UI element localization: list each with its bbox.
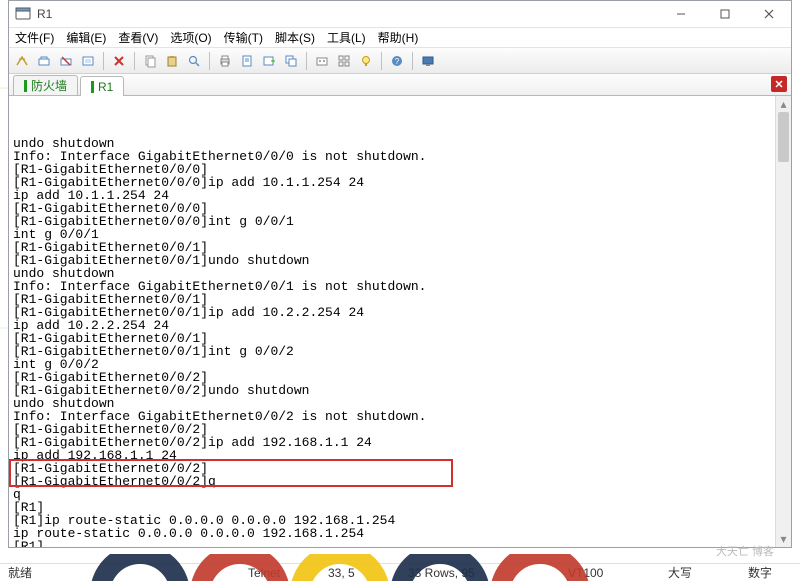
- app-icon: [15, 6, 31, 22]
- left-edge-decor: [0, 27, 8, 547]
- screen-icon[interactable]: [419, 52, 437, 70]
- session-options-icon[interactable]: [79, 52, 97, 70]
- tab-firewall[interactable]: 防火墙: [13, 75, 78, 95]
- new-session-icon[interactable]: [260, 52, 278, 70]
- tab-row: 防火墙 R1: [9, 74, 791, 96]
- scroll-track[interactable]: [776, 112, 791, 531]
- window-title: R1: [37, 7, 52, 21]
- toolbar-sep: [103, 52, 104, 70]
- scroll-up-icon[interactable]: ▴: [776, 96, 791, 112]
- scroll-thumb[interactable]: [778, 112, 789, 162]
- status-num: 数字: [748, 564, 800, 581]
- close-button[interactable]: [747, 1, 791, 28]
- toolbar-sep: [306, 52, 307, 70]
- minimize-button[interactable]: [659, 1, 703, 28]
- activity-indicator-icon: [24, 80, 27, 92]
- terminal-output[interactable]: undo shutdownInfo: Interface GigabitEthe…: [9, 96, 775, 547]
- terminal-line: [R1-GigabitEthernet0/0/0]int g 0/0/1: [13, 215, 771, 228]
- tab-label: 防火墙: [31, 77, 67, 94]
- help-icon[interactable]: ?: [388, 52, 406, 70]
- menu-file[interactable]: 文件(F): [15, 29, 54, 46]
- menu-script[interactable]: 脚本(S): [275, 29, 315, 46]
- background-art: [80, 554, 680, 581]
- menu-options[interactable]: 选项(O): [170, 29, 211, 46]
- activity-indicator-icon: [91, 81, 94, 93]
- menu-transfer[interactable]: 传输(T): [224, 29, 263, 46]
- svg-text:?: ?: [395, 57, 400, 66]
- find-icon[interactable]: [185, 52, 203, 70]
- scroll-down-icon[interactable]: ▾: [776, 531, 791, 547]
- titlebar[interactable]: R1: [9, 1, 791, 28]
- reconnect-icon[interactable]: [35, 52, 53, 70]
- watermark-text: 大天亡 博客: [716, 543, 774, 559]
- menu-tools[interactable]: 工具(L): [327, 29, 366, 46]
- copy-icon[interactable]: [141, 52, 159, 70]
- cancel-icon[interactable]: [110, 52, 128, 70]
- tile-icon[interactable]: [335, 52, 353, 70]
- terminal-line: ip route-static 0.0.0.0 0.0.0.0 192.168.…: [13, 527, 771, 540]
- status-ready: 就绪: [8, 564, 68, 581]
- disconnect-icon[interactable]: [57, 52, 75, 70]
- paste-icon[interactable]: [163, 52, 181, 70]
- menu-edit[interactable]: 编辑(E): [66, 29, 106, 46]
- terminal-line: [R1-GigabitEthernet0/0/2]undo shutdown: [13, 384, 771, 397]
- terminal-line: q: [13, 488, 771, 501]
- maximize-button[interactable]: [703, 1, 747, 28]
- toolbar-sep: [209, 52, 210, 70]
- terminal-line: [R1-GigabitEthernet0/0/1]undo shutdown: [13, 254, 771, 267]
- tabs-close-button[interactable]: [771, 76, 787, 92]
- print-icon[interactable]: [216, 52, 234, 70]
- menubar: 文件(F) 编辑(E) 查看(V) 选项(O) 传输(T) 脚本(S) 工具(L…: [9, 28, 791, 48]
- terminal-line: [R1-GigabitEthernet0/0/1]int g 0/0/2: [13, 345, 771, 358]
- options-icon[interactable]: [313, 52, 331, 70]
- quick-connect-icon[interactable]: [13, 52, 31, 70]
- app-window: R1 文件(F) 编辑(E) 查看(V) 选项(O) 传输(T) 脚本(S) 工…: [8, 0, 792, 548]
- terminal-area: undo shutdownInfo: Interface GigabitEthe…: [9, 96, 791, 547]
- clone-session-icon[interactable]: [282, 52, 300, 70]
- toolbar-sep: [134, 52, 135, 70]
- toolbar: ?: [9, 48, 791, 74]
- menu-help[interactable]: 帮助(H): [378, 29, 419, 46]
- toolbar-sep: [381, 52, 382, 70]
- toolbar-sep: [412, 52, 413, 70]
- vertical-scrollbar[interactable]: ▴ ▾: [775, 96, 791, 547]
- lightbulb-icon[interactable]: [357, 52, 375, 70]
- menu-view[interactable]: 查看(V): [118, 29, 158, 46]
- tab-label: R1: [98, 80, 113, 94]
- terminal-line: [R1-GigabitEthernet0/0/2]q: [13, 475, 771, 488]
- tab-r1[interactable]: R1: [80, 76, 124, 96]
- terminal-line: [R1]: [13, 540, 771, 547]
- log-icon[interactable]: [238, 52, 256, 70]
